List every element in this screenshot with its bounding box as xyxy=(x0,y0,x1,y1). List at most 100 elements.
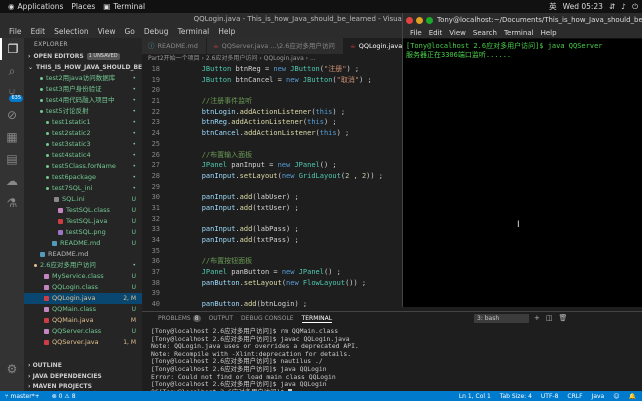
tree-item[interactable]: test2用java访问数据库 • xyxy=(24,73,142,84)
terminal-line: [Tony@localhost 2.6应对多用户访问]$ java QQServ… xyxy=(406,42,603,50)
language-mode[interactable]: Java xyxy=(592,393,605,400)
debug-icon[interactable]: ⊘ xyxy=(0,104,24,126)
clock[interactable]: Wed 05:23 xyxy=(563,2,603,11)
line-number: 36 xyxy=(151,257,160,266)
menu-terminal[interactable]: Terminal xyxy=(178,27,210,36)
search-icon[interactable]: ⌕ xyxy=(0,60,24,82)
menu-go[interactable]: Go xyxy=(124,27,134,36)
term-menu-view[interactable]: View xyxy=(449,29,466,37)
remote-icon[interactable]: ▤ xyxy=(0,148,24,170)
extensions-icon[interactable]: ▦ xyxy=(0,126,24,148)
docker-icon[interactable]: ☁ xyxy=(0,170,24,192)
tree-item[interactable]: README.md xyxy=(24,249,142,260)
menu-debug[interactable]: Debug xyxy=(144,27,169,36)
terminal-app-menu[interactable]: ▣ Terminal xyxy=(103,2,145,11)
smiley-feedback-icon[interactable]: ☺ xyxy=(613,393,619,400)
power-icon[interactable]: ⏻ xyxy=(632,2,638,12)
tree-item[interactable]: test2static2 • xyxy=(24,128,142,139)
tree-item[interactable]: TestSQL.class U xyxy=(24,205,142,216)
problems-indicator[interactable]: ⊗ 0 ⚠ 8 xyxy=(52,393,76,400)
term-menu-edit[interactable]: Edit xyxy=(429,29,443,37)
volume-icon[interactable]: ♪ xyxy=(621,2,626,11)
tree-item[interactable]: SQL.ini U xyxy=(24,194,142,205)
tree-item[interactable]: test6package • xyxy=(24,172,142,183)
menu-view[interactable]: View xyxy=(98,27,116,36)
maximize-window-icon[interactable] xyxy=(426,16,433,24)
terminal-menu-bar: File Edit View Search Terminal Help xyxy=(403,27,642,39)
tree-item[interactable]: MyService.class U xyxy=(24,271,142,282)
outline-section[interactable]: › OUTLINE xyxy=(24,360,142,371)
tree-item[interactable]: QQServer.class U xyxy=(24,326,142,337)
tree-item[interactable]: QQLogin.class U xyxy=(24,282,142,293)
cursor-position[interactable]: Ln 1, Col 1 xyxy=(459,393,491,400)
tree-item[interactable]: QQLogin.java 2, M xyxy=(24,293,142,304)
open-editors-section[interactable]: › OPEN EDITORS 1 UNSAVED xyxy=(24,51,142,62)
term-menu-terminal[interactable]: Terminal xyxy=(504,29,534,37)
branch-indicator[interactable]: ⑂ master*+ xyxy=(5,393,40,400)
tree-item[interactable]: test4用代码融入项目中 • xyxy=(24,95,142,106)
bottom-panel: PROBLEMS 8 OUTPUT DEBUG CONSOLE TERMINAL … xyxy=(142,311,642,395)
tree-item[interactable]: test1static1 • xyxy=(24,117,142,128)
tab-terminal[interactable]: TERMINAL xyxy=(301,315,333,323)
tree-item[interactable]: test3static3 • xyxy=(24,139,142,150)
code-editor[interactable]: 18 JButton btnReg = new JButton("注册") ; 1… xyxy=(142,64,402,311)
java-file-icon xyxy=(44,318,49,323)
tab-output[interactable]: OUTPUT xyxy=(209,315,233,322)
close-window-icon[interactable] xyxy=(406,16,413,24)
term-menu-file[interactable]: File xyxy=(410,29,422,37)
breadcrumb[interactable]: Part2开始一个项目 › 2.6应对多用户访问 › QQLogin.java … xyxy=(142,54,402,64)
source-control-icon[interactable]: ⑂ 635 xyxy=(0,82,24,104)
minimize-window-icon[interactable] xyxy=(416,16,423,24)
tree-item[interactable]: test3用户身份验证 • xyxy=(24,84,142,95)
code-line: 34 panInput.add(txtPass) ; xyxy=(142,235,402,246)
menu-help[interactable]: Help xyxy=(218,27,235,36)
code-token: this xyxy=(319,129,337,138)
git-status: U xyxy=(131,328,136,335)
add-terminal-icon[interactable]: + xyxy=(534,314,540,322)
trash-icon[interactable]: 🗑 xyxy=(559,314,568,322)
tree-item[interactable]: QQMain.java M xyxy=(24,315,142,326)
explorer-icon[interactable]: ❐ xyxy=(0,38,24,60)
settings-gear-icon[interactable]: ⚙ xyxy=(0,358,24,380)
tree-item[interactable]: test5Class.forName • xyxy=(24,161,142,172)
tab-readme[interactable]: ⓘ README.md xyxy=(142,38,207,54)
maven-section[interactable]: › MAVEN PROJECTS xyxy=(24,381,142,391)
tree-item[interactable]: TestSQL.java U xyxy=(24,216,142,227)
menu-selection[interactable]: Selection xyxy=(54,27,89,36)
encoding[interactable]: UTF-8 xyxy=(541,393,559,400)
folder-icon xyxy=(34,264,37,267)
tab-debug-console[interactable]: DEBUG CONSOLE xyxy=(241,315,294,322)
test-icon[interactable]: ⚗ xyxy=(0,192,24,214)
project-section[interactable]: ⌄ THIS_IS_HOW_JAVA_SHOULD_BE_LEARNED xyxy=(24,62,142,73)
tree-item[interactable]: testSQL.png U xyxy=(24,227,142,238)
line-ending[interactable]: CRLF xyxy=(567,393,582,400)
tree-item[interactable]: test4static4 • xyxy=(24,150,142,161)
code-token: panInput = xyxy=(227,161,278,170)
tree-item[interactable]: QQServer.java 1, M xyxy=(24,337,142,348)
input-method-indicator[interactable]: 英 xyxy=(549,1,557,12)
tree-item[interactable]: test7SQL_ini • xyxy=(24,183,142,194)
menu-edit[interactable]: Edit xyxy=(31,27,46,36)
tab-problems[interactable]: PROBLEMS 8 xyxy=(150,315,201,322)
network-icon[interactable]: ⇵ xyxy=(609,2,615,11)
term-menu-help[interactable]: Help xyxy=(541,29,557,37)
menu-file[interactable]: File xyxy=(9,27,22,36)
terminal-shell-select[interactable]: 3: bash xyxy=(474,314,529,323)
tab-qqserver[interactable]: ☕ QQServer.java …\2.6应对多用户访问 xyxy=(206,38,344,54)
line-number: 19 xyxy=(151,75,160,84)
tree-item[interactable]: QQMain.class U xyxy=(24,304,142,315)
integrated-terminal[interactable]: [Tony@localhost 2.6应对多用户访问]$ rm QQMain.c… xyxy=(142,325,642,396)
term-menu-search[interactable]: Search xyxy=(473,29,497,37)
terminal-output[interactable]: [Tony@localhost 2.6应对多用户访问]$ java QQServ… xyxy=(403,39,642,63)
places-menu[interactable]: Places xyxy=(71,2,95,11)
bell-icon[interactable]: 🔔 xyxy=(629,393,636,400)
applications-menu[interactable]: ◉ Applications xyxy=(8,2,63,11)
split-terminal-icon[interactable]: ◫ xyxy=(546,314,553,322)
tree-item[interactable]: README.md U xyxy=(24,238,142,249)
tab-size[interactable]: Tab Size: 4 xyxy=(500,393,532,400)
tree-item[interactable]: test5讨论反射 • xyxy=(24,106,142,117)
tree-item[interactable]: 2.6应对多用户访问 • xyxy=(24,260,142,271)
code-line: 39 xyxy=(142,288,402,299)
